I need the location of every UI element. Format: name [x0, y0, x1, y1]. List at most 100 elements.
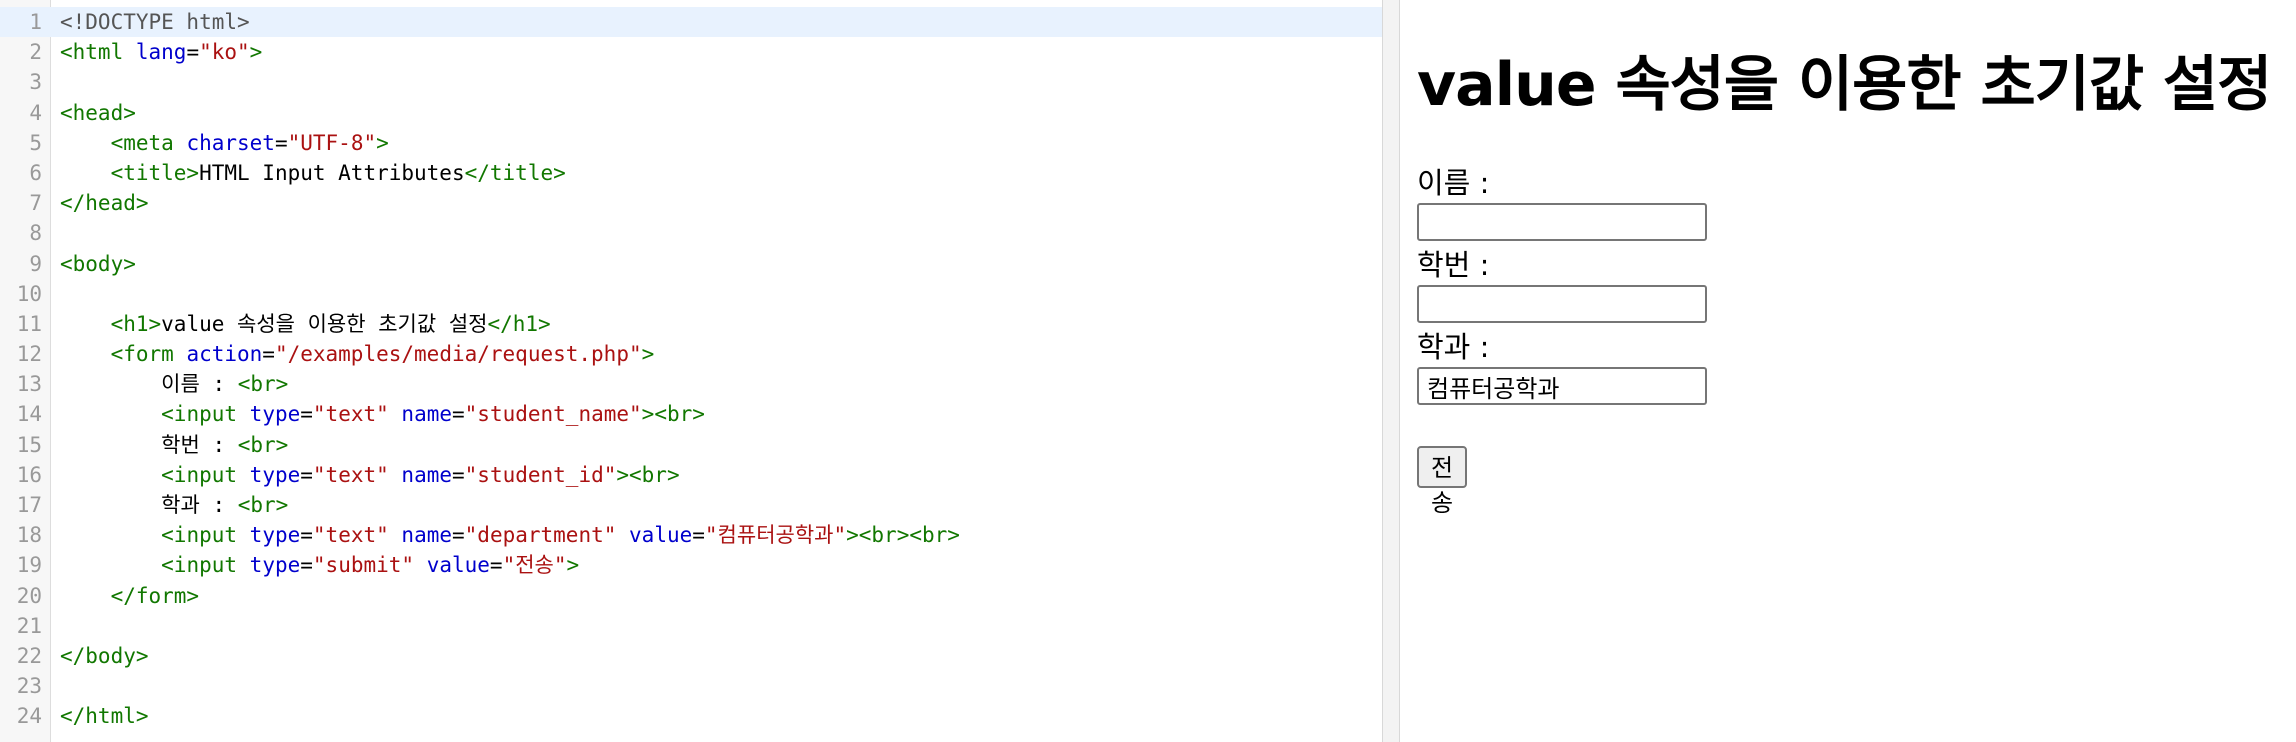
tryit-editor-app: 1 <!DOCTYPE html> 2 <html lang="ko"> 3 4 <head…	[0, 0, 2296, 742]
code-line[interactable]: 5 <meta charset="UTF-8">	[0, 128, 1382, 158]
code-token: type	[249, 462, 301, 487]
code-token: <h1>	[110, 311, 162, 336]
line-number: 19	[16, 553, 42, 578]
code-token: "UTF-8"	[287, 130, 377, 155]
code-line[interactable]: 17 학과 : <br>	[0, 490, 1382, 520]
code-line[interactable]: 13 이름 : <br>	[0, 369, 1382, 399]
line-number: 17	[16, 493, 42, 517]
code-token: ><br>	[641, 402, 705, 427]
code-token: =	[300, 462, 313, 487]
code-token: >	[249, 40, 263, 65]
code-token: "student_id"	[464, 462, 617, 487]
code-lines[interactable]: 1 <!DOCTYPE html> 2 <html lang="ko"> 3 4 <head…	[0, 7, 1382, 732]
code-line[interactable]: 21	[0, 611, 1382, 641]
code-line[interactable]: 6 <title>HTML Input Attributes</title>	[0, 158, 1382, 188]
code-line[interactable]: 10	[0, 279, 1382, 309]
code-token: <form	[110, 342, 187, 367]
code-token: <br>	[237, 493, 289, 517]
code-line[interactable]: 20 </form>	[0, 581, 1382, 611]
code-token: =	[452, 402, 465, 427]
code-token: >	[566, 553, 580, 578]
code-token: =	[300, 402, 313, 427]
code-line[interactable]: 9 <body>	[0, 249, 1382, 279]
code-content: 이름 : <br>	[60, 369, 288, 399]
code-content: <!DOCTYPE html>	[60, 7, 250, 37]
code-token: type	[249, 523, 301, 548]
submit-button[interactable]: 전송	[1417, 446, 1468, 517]
code-token: =	[452, 462, 465, 487]
line-number: 18	[16, 523, 42, 548]
code-line[interactable]: 4 <head>	[0, 98, 1382, 128]
code-token: </head>	[60, 191, 149, 216]
code-content: <meta charset="UTF-8">	[60, 128, 389, 158]
code-token: =	[274, 130, 288, 155]
line-number: 24	[16, 704, 42, 729]
code-line[interactable]: 2 <html lang="ko">	[0, 37, 1382, 67]
code-token: charset	[186, 130, 275, 155]
code-editor[interactable]: 1 <!DOCTYPE html> 2 <html lang="ko"> 3 4 <head…	[0, 0, 1382, 742]
code-content: </body>	[60, 641, 149, 671]
code-line[interactable]: 14 <input type="text" name="student_name…	[0, 399, 1382, 429]
student-name-input[interactable]	[1417, 203, 1707, 241]
code-content: <input type="text" name="department" val…	[60, 520, 960, 550]
code-token: </form>	[110, 583, 200, 608]
code-token: "ko"	[199, 40, 250, 65]
code-token: "department"	[464, 523, 630, 548]
code-token: "/examples/media/request.php"	[274, 342, 642, 367]
code-token: HTML Input Attributes	[199, 160, 465, 185]
code-token: <title>	[110, 160, 200, 185]
line-number: 15	[16, 432, 42, 457]
code-line[interactable]: 11 <h1>value 속성을 이용한 초기값 설정</h1>	[0, 309, 1382, 339]
code-token: "text"	[312, 462, 402, 487]
code-token: =	[300, 523, 313, 548]
pane-splitter[interactable]	[1382, 0, 1400, 742]
student-id-input[interactable]	[1417, 285, 1707, 323]
code-token: ><br><br>	[846, 523, 960, 548]
code-token: name	[401, 462, 452, 487]
code-token: ><br>	[616, 462, 680, 487]
code-line[interactable]: 24 </html>	[0, 701, 1382, 731]
code-token: name	[401, 523, 452, 548]
code-token: </title>	[464, 160, 566, 185]
code-line[interactable]: 19 <input type="submit" value="전송">	[0, 550, 1382, 580]
code-content: <title>HTML Input Attributes</title>	[60, 158, 566, 188]
code-token: <input	[161, 523, 250, 548]
code-token: <meta	[110, 130, 187, 155]
code-token: "student_name"	[464, 402, 642, 427]
code-token: <br>	[237, 432, 289, 457]
code-token: =	[692, 523, 705, 548]
code-token: lang	[135, 40, 187, 65]
code-token: type	[249, 553, 301, 578]
code-token: =	[300, 553, 313, 578]
code-token: value	[426, 553, 490, 578]
code-line[interactable]: 7 </head>	[0, 188, 1382, 218]
code-line[interactable]: 1 <!DOCTYPE html>	[0, 7, 1382, 38]
code-line[interactable]: 12 <form action="/examples/media/request…	[0, 339, 1382, 369]
code-line[interactable]: 3	[0, 67, 1382, 97]
code-content: <body>	[60, 249, 136, 279]
code-token: <input	[161, 553, 250, 578]
code-line[interactable]: 16 <input type="text" name="student_id">…	[0, 460, 1382, 490]
line-number: 1	[29, 10, 42, 34]
code-token: </body>	[60, 643, 149, 668]
code-line[interactable]: 15 학번 : <br>	[0, 430, 1382, 460]
line-number: 3	[29, 70, 42, 95]
department-input[interactable]	[1417, 367, 1707, 405]
code-token: =	[489, 553, 503, 578]
code-content: <form action="/examples/media/request.ph…	[60, 339, 655, 369]
code-line[interactable]: 8	[0, 218, 1382, 248]
code-token: <input	[161, 462, 250, 487]
code-line[interactable]: 22 </body>	[0, 641, 1382, 671]
code-token: =	[452, 523, 465, 548]
code-line[interactable]: 18 <input type="text" name="department" …	[0, 520, 1382, 550]
code-content: <input type="text" name="student_name"><…	[60, 399, 705, 429]
code-token: value 속성을 이용한 초기값 설정	[161, 311, 488, 336]
code-token: action	[186, 342, 263, 367]
code-line[interactable]: 23	[0, 671, 1382, 701]
